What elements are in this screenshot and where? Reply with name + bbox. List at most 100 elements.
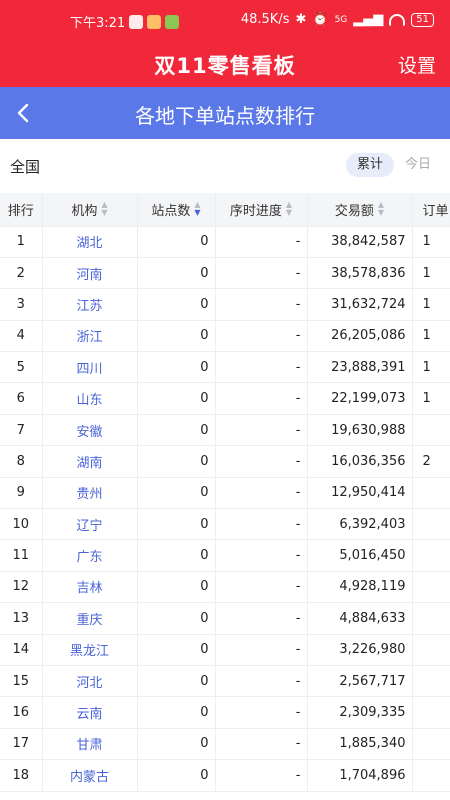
orders-cell: 2 <box>412 445 450 478</box>
subheader: 各地下单站点数排行 <box>0 87 450 139</box>
table-row[interactable]: 6 山东 0-22,199,073 1 <box>0 382 450 415</box>
header-progress[interactable]: 序时进度 ▲ ▼ <box>215 193 308 227</box>
org-link[interactable]: 吉林 <box>76 581 102 596</box>
org-link[interactable]: 重庆 <box>76 613 102 628</box>
org-link[interactable]: 广东 <box>76 550 102 565</box>
org-cell[interactable]: 四川 <box>42 351 138 384</box>
cumulative-tab[interactable]: 累计 <box>346 153 394 177</box>
table-row[interactable]: 4 浙江 0-26,205,086 1 <box>0 320 450 353</box>
table-row[interactable]: 8 湖南 0-16,036,356 2 <box>0 445 450 478</box>
status-time: 下午3:21 <box>70 16 126 31</box>
sites-cell: 0 <box>137 382 216 415</box>
amount-cell: 38,578,836 <box>307 257 413 290</box>
table-row[interactable]: 1 湖北 0-38,842,587 1 <box>0 226 450 258</box>
table-row[interactable]: 14 黑龙江 0-3,226,980 <box>0 634 450 666</box>
org-cell[interactable]: 甘肃 <box>42 728 138 761</box>
org-cell[interactable]: 湖南 <box>42 445 138 478</box>
sort-icon: ▲ ▼ <box>101 200 108 218</box>
region-selector[interactable]: 全国 <box>10 156 40 177</box>
org-cell[interactable]: 内蒙古 <box>42 759 138 792</box>
orders-cell <box>412 728 450 761</box>
table-row[interactable]: 2 河南 0-38,578,836 1 <box>0 257 450 290</box>
rank-cell: 4 <box>0 320 43 353</box>
org-cell[interactable]: 辽宁 <box>42 508 138 541</box>
rank-cell: 12 <box>0 571 43 604</box>
table-row[interactable]: 13 重庆 0-4,884,633 <box>0 602 450 635</box>
status-right: 48.5K/s ✱ ⏰ 5G ▂▄▆ 51 <box>241 12 434 27</box>
org-link[interactable]: 安徽 <box>76 425 102 440</box>
org-cell[interactable]: 黑龙江 <box>42 634 138 666</box>
table-row[interactable]: 18 内蒙古 0-1,704,896 <box>0 759 450 792</box>
progress-cell: - <box>215 728 308 761</box>
org-cell[interactable]: 吉林 <box>42 571 138 604</box>
org-cell[interactable]: 河北 <box>42 665 138 698</box>
amount-cell: 2,309,335 <box>307 696 413 729</box>
today-tab[interactable]: 今日 <box>400 153 436 177</box>
progress-cell: - <box>215 634 308 666</box>
orders-cell: 1 <box>412 257 450 290</box>
org-link[interactable]: 内蒙古 <box>70 770 109 785</box>
battery-icon: 51 <box>411 12 434 27</box>
org-link[interactable]: 辽宁 <box>76 519 102 534</box>
orders-cell: 1 <box>412 320 450 353</box>
orders-cell: 1 <box>412 351 450 384</box>
org-cell[interactable]: 河南 <box>42 257 138 290</box>
table-row[interactable]: 3 江苏 0-31,632,724 1 <box>0 288 450 321</box>
orders-cell: 1 <box>412 226 450 258</box>
sites-cell: 0 <box>137 539 216 572</box>
org-cell[interactable]: 浙江 <box>42 320 138 353</box>
org-link[interactable]: 云南 <box>76 707 102 722</box>
org-cell[interactable]: 江苏 <box>42 288 138 321</box>
org-cell[interactable]: 山东 <box>42 382 138 415</box>
table-row[interactable]: 15 河北 0-2,567,717 <box>0 665 450 698</box>
org-link[interactable]: 黑龙江 <box>70 644 109 659</box>
table-row[interactable]: 11 广东 0-5,016,450 <box>0 539 450 572</box>
org-link[interactable]: 江苏 <box>76 299 102 314</box>
org-link[interactable]: 贵州 <box>76 487 102 502</box>
orders-cell <box>412 665 450 698</box>
org-cell[interactable]: 贵州 <box>42 477 138 510</box>
sites-cell: 0 <box>137 351 216 384</box>
alarm-icon: ⏰ <box>312 12 329 27</box>
signal-label: 5G <box>334 14 348 25</box>
header-orders[interactable]: 订单 <box>412 193 450 227</box>
header-amount[interactable]: 交易额 ▲ ▼ <box>307 193 413 227</box>
ranking-table[interactable]: 排行 机构 ▲ ▼ 站点数 ▲ ▼ 序时进度 ▲ ▼ 交易额 ▲ ▼ 订单 1 湖北 0-38,84… <box>0 193 450 800</box>
org-link[interactable]: 四川 <box>76 362 102 377</box>
org-cell[interactable]: 重庆 <box>42 602 138 635</box>
org-link[interactable]: 浙江 <box>76 330 102 345</box>
amount-cell: 19,630,988 <box>307 414 413 447</box>
settings-button[interactable]: 设置 <box>398 51 436 78</box>
table-row[interactable]: 10 辽宁 0-6,392,403 <box>0 508 450 541</box>
progress-cell: - <box>215 320 308 353</box>
table-row[interactable]: 9 贵州 0-12,950,414 <box>0 477 450 510</box>
sites-cell: 0 <box>137 728 216 761</box>
org-link[interactable]: 河北 <box>76 676 102 691</box>
orders-cell <box>412 696 450 729</box>
progress-cell: - <box>215 759 308 792</box>
org-cell[interactable]: 云南 <box>42 696 138 729</box>
header-sites[interactable]: 站点数 ▲ ▼ <box>137 193 216 227</box>
header-org[interactable]: 机构 ▲ ▼ <box>42 193 138 227</box>
progress-cell: - <box>215 696 308 729</box>
table-row[interactable]: 17 甘肃 0-1,885,340 <box>0 728 450 761</box>
org-cell[interactable]: 广东 <box>42 539 138 572</box>
amount-cell: 4,884,633 <box>307 602 413 635</box>
table-row[interactable]: 7 安徽 0-19,630,988 <box>0 414 450 447</box>
orders-cell <box>412 477 450 510</box>
amount-cell: 16,036,356 <box>307 445 413 478</box>
progress-cell: - <box>215 414 308 447</box>
progress-cell: - <box>215 477 308 510</box>
org-link[interactable]: 甘肃 <box>76 738 102 753</box>
table-row[interactable]: 12 吉林 0-4,928,119 <box>0 571 450 604</box>
org-link[interactable]: 湖南 <box>76 456 102 471</box>
sites-cell: 0 <box>137 759 216 792</box>
table-row[interactable]: 5 四川 0-23,888,391 1 <box>0 351 450 384</box>
org-link[interactable]: 河南 <box>76 268 102 283</box>
org-link[interactable]: 山东 <box>76 393 102 408</box>
rank-cell: 10 <box>0 508 43 541</box>
table-row[interactable]: 16 云南 0-2,309,335 <box>0 696 450 729</box>
org-cell[interactable]: 湖北 <box>42 226 138 258</box>
org-cell[interactable]: 安徽 <box>42 414 138 447</box>
org-link[interactable]: 湖北 <box>76 236 102 251</box>
